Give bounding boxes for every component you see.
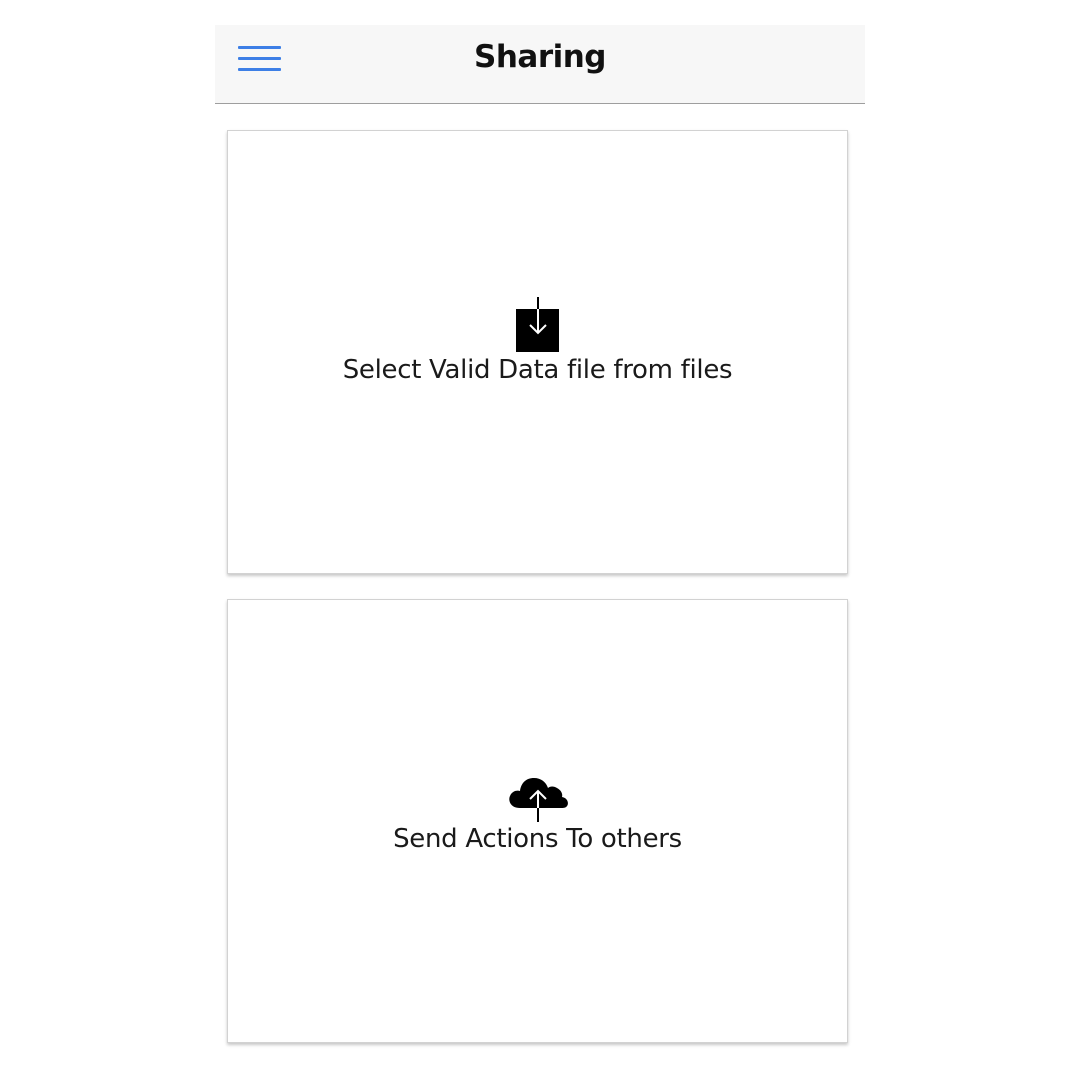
card-content: Select Valid Data file from files bbox=[228, 297, 847, 385]
card-label: Send Actions To others bbox=[393, 824, 682, 854]
download-box-icon bbox=[515, 297, 559, 352]
page-title: Sharing bbox=[474, 39, 607, 75]
sharing-screen: Sharing Select Valid Data file from file… bbox=[215, 25, 865, 1080]
card-content: Send Actions To others bbox=[228, 766, 847, 854]
send-actions-card[interactable]: Send Actions To others bbox=[227, 599, 848, 1043]
app-header: Sharing bbox=[215, 25, 865, 104]
select-data-file-card[interactable]: Select Valid Data file from files bbox=[227, 130, 848, 574]
cloud-upload-icon bbox=[508, 778, 568, 822]
card-label: Select Valid Data file from files bbox=[342, 355, 733, 385]
